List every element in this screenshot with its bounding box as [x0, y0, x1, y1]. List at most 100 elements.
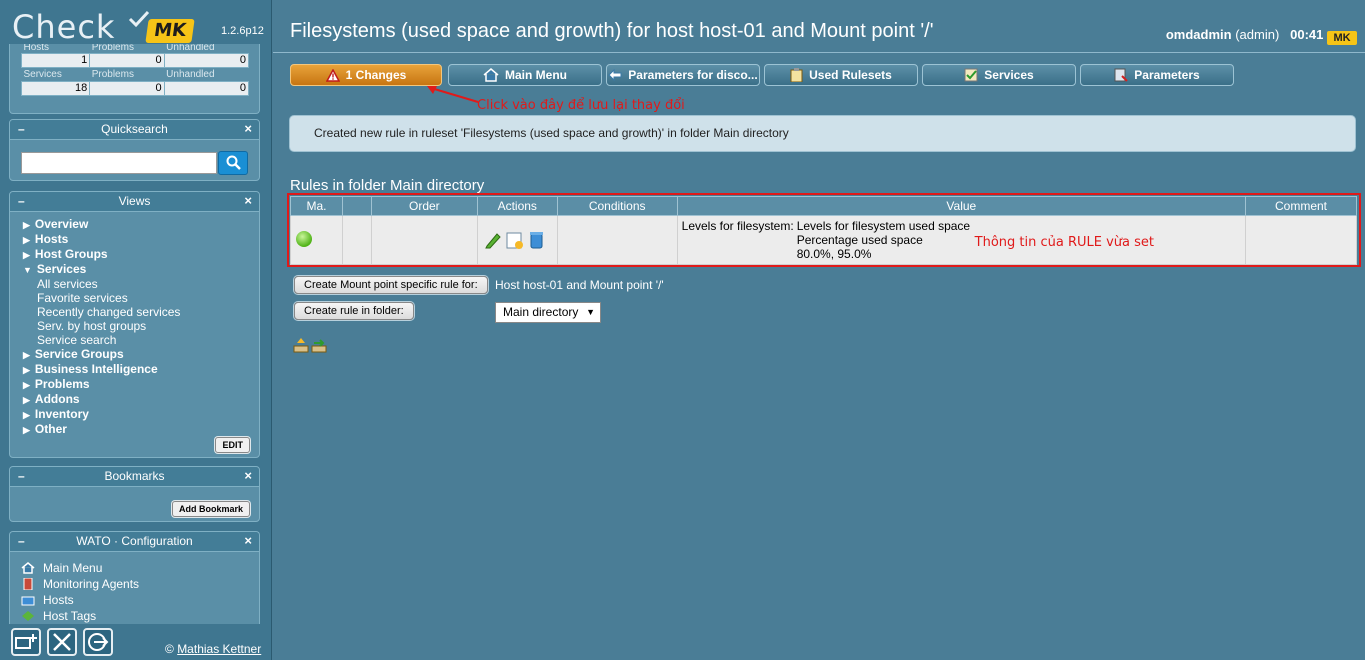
home-icon	[21, 562, 35, 574]
tactical-overview-snapin: Hosts Problems Unhandled 1 0 0 Services …	[9, 44, 260, 114]
author-link[interactable]: Mathias Kettner	[177, 642, 261, 656]
stats-unhandled-label: Unhandled	[166, 44, 215, 53]
views-item-favorite-services[interactable]: Favorite services	[23, 291, 259, 305]
close-icon[interactable]: ×	[244, 467, 252, 485]
close-icon[interactable]: ×	[244, 192, 252, 210]
checkmk-logo[interactable]: Check MK 1.2.6p12	[0, 0, 271, 48]
views-item-hosts[interactable]: Hosts	[23, 232, 259, 247]
edit-button[interactable]: EDIT	[215, 437, 250, 453]
views-header[interactable]: – Views ×	[10, 192, 259, 212]
home-icon	[483, 68, 499, 82]
parameters-button[interactable]: Parameters	[1080, 64, 1234, 86]
views-item-serv-by-host-groups[interactable]: Serv. by host groups	[23, 319, 259, 333]
parameters-icon	[1114, 68, 1129, 82]
folder-icon	[21, 596, 35, 606]
quicksearch-snapin: – Quicksearch ×	[9, 119, 260, 181]
services-label: Services	[984, 68, 1034, 82]
back-arrow-icon	[608, 69, 622, 81]
wato-menu: Main Menu Monitoring Agents Hosts Host T…	[10, 552, 259, 624]
wato-item-main-menu[interactable]: Main Menu	[21, 560, 259, 576]
bookmarks-header[interactable]: – Bookmarks ×	[10, 467, 259, 487]
views-title: Views	[118, 194, 151, 208]
logout-icon	[88, 633, 109, 651]
sidebar-footer: © Mathias Kettner	[0, 624, 271, 660]
hosts-problems[interactable]: 0	[89, 52, 165, 68]
search-icon	[226, 155, 241, 170]
minimize-icon[interactable]: –	[18, 532, 25, 550]
views-item-overview[interactable]: Overview	[23, 217, 259, 232]
user-role: (admin)	[1235, 27, 1280, 42]
close-icon[interactable]: ×	[244, 532, 252, 550]
bookmarks-snapin: – Bookmarks × Add Bookmark	[9, 466, 260, 522]
stats-services-label: Services	[23, 68, 62, 80]
folder-select[interactable]: Main directory ▼	[495, 302, 601, 323]
search-button[interactable]	[218, 151, 248, 175]
wato-item-label: Main Menu	[43, 561, 103, 575]
stats-problems-label-2: Problems	[91, 68, 134, 80]
views-item-service-groups[interactable]: Service Groups	[23, 347, 259, 362]
quicksearch-input[interactable]	[21, 152, 217, 174]
services-problems[interactable]: 0	[89, 80, 165, 96]
used-rulesets-button[interactable]: Used Rulesets	[764, 64, 918, 86]
main-menu-label: Main Menu	[505, 68, 567, 82]
tools-icon	[53, 633, 71, 651]
parameters-disco-button[interactable]: Parameters for disco...	[606, 64, 760, 86]
close-icon[interactable]: ×	[244, 120, 252, 138]
bookmarks-title: Bookmarks	[104, 469, 165, 483]
wato-item-host-tags[interactable]: Host Tags	[21, 608, 259, 624]
click-annotation: Click vào đây để lưu lại thay đổi	[477, 98, 685, 113]
add-bookmark-button[interactable]: Add Bookmark	[171, 501, 250, 517]
views-item-host-groups[interactable]: Host Groups	[23, 247, 259, 262]
import-icon[interactable]	[293, 337, 309, 353]
wato-title: WATO · Configuration	[76, 534, 193, 548]
wato-item-hosts[interactable]: Hosts	[21, 592, 259, 608]
copyright: © Mathias Kettner	[165, 642, 261, 656]
views-item-service-search[interactable]: Service search	[23, 333, 259, 347]
success-message: Created new rule in ruleset 'Filesystems…	[289, 115, 1356, 152]
hosts-unhandled[interactable]: 0	[163, 52, 250, 68]
views-item-other[interactable]: Other	[23, 422, 259, 437]
create-specific-rule-button[interactable]: Create Mount point specific rule for:	[294, 276, 488, 294]
add-snapin-button[interactable]	[11, 628, 41, 656]
hosts-total[interactable]: 1	[20, 52, 91, 68]
views-list: OverviewHostsHost GroupsServicesAll serv…	[10, 212, 259, 437]
rules-title: Rules in folder Main directory	[290, 177, 485, 194]
logout-button[interactable]	[83, 628, 113, 656]
tag-icon	[22, 611, 34, 621]
stats-table: Hosts Problems Unhandled 1 0 0 Services …	[20, 44, 250, 96]
services-icon	[964, 68, 978, 82]
page-title: Filesystems (used space and growth) for …	[290, 20, 934, 42]
add-snapin-icon	[15, 634, 37, 649]
minimize-icon[interactable]: –	[18, 467, 25, 485]
wato-header[interactable]: – WATO · Configuration ×	[10, 532, 259, 552]
minimize-icon[interactable]: –	[18, 120, 25, 138]
views-item-problems[interactable]: Problems	[23, 377, 259, 392]
parameters-disco-label: Parameters for disco...	[628, 68, 758, 82]
views-item-recently-changed-services[interactable]: Recently changed services	[23, 305, 259, 319]
services-unhandled[interactable]: 0	[163, 80, 250, 96]
services-button[interactable]: Services	[922, 64, 1076, 86]
quicksearch-header[interactable]: – Quicksearch ×	[10, 120, 259, 140]
wato-snapin: – WATO · Configuration × Main Menu Monit…	[9, 531, 260, 631]
used-rulesets-label: Used Rulesets	[809, 68, 892, 82]
stats-problems-label: Problems	[91, 44, 134, 53]
username[interactable]: omdadmin	[1166, 27, 1232, 42]
views-item-inventory[interactable]: Inventory	[23, 407, 259, 422]
create-rule-in-folder-button[interactable]: Create rule in folder:	[294, 302, 414, 320]
minimize-icon[interactable]: –	[18, 192, 25, 210]
export-icon[interactable]	[311, 337, 327, 353]
views-item-services[interactable]: Services	[23, 262, 259, 277]
services-total[interactable]: 18	[20, 80, 91, 96]
agent-icon	[23, 578, 33, 590]
wato-item-monitoring-agents[interactable]: Monitoring Agents	[21, 576, 259, 592]
changes-button[interactable]: 1 Changes	[290, 64, 442, 86]
version-label: 1.2.6p12	[221, 25, 264, 37]
views-item-addons[interactable]: Addons	[23, 392, 259, 407]
main-content: Filesystems (used space and growth) for …	[273, 0, 1365, 660]
copyright-symbol: ©	[165, 642, 174, 656]
wato-item-label: Hosts	[43, 593, 74, 607]
user-info: omdadmin (admin) 00:41 MK	[1166, 27, 1357, 45]
views-item-business-intelligence[interactable]: Business Intelligence	[23, 362, 259, 377]
views-item-all-services[interactable]: All services	[23, 277, 259, 291]
tools-button[interactable]	[47, 628, 77, 656]
